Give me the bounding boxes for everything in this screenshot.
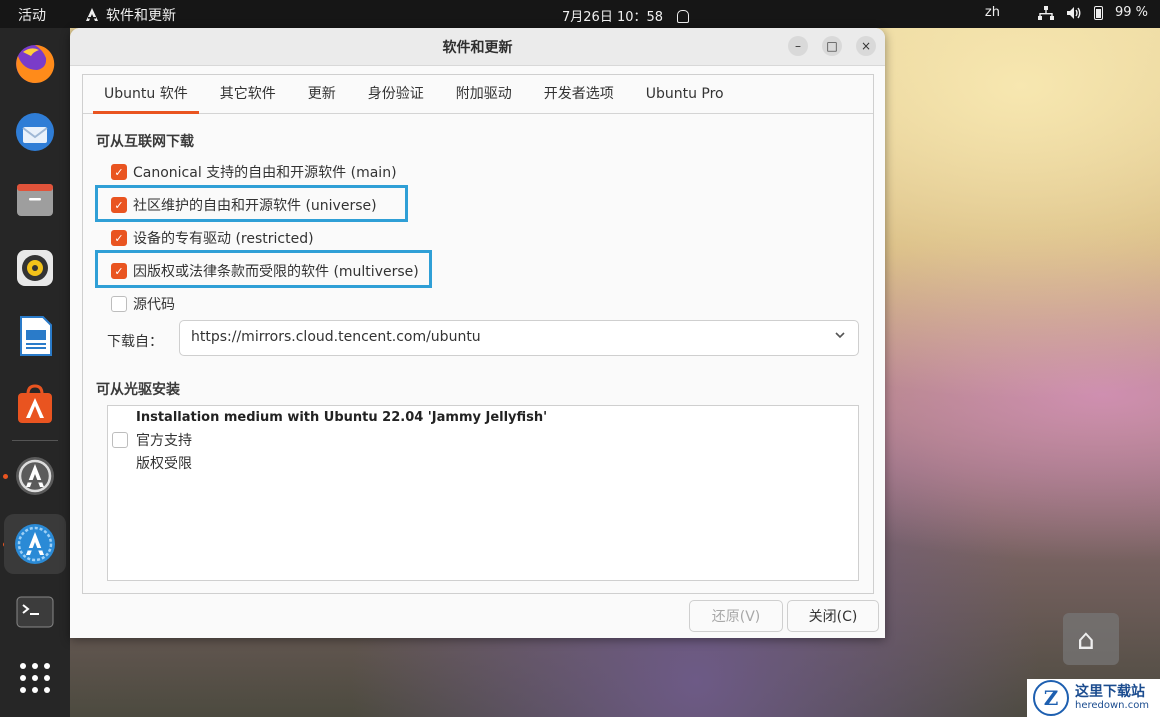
option-label: 社区维护的自由和开源软件 (universe) [133,198,377,214]
network-icon [1037,5,1054,20]
tab-additional-drivers[interactable]: 附加驱动 [445,75,523,113]
watermark-cn: 这里下载站 [1075,683,1145,700]
download-server-value: https://mirrors.cloud.tencent.com/ubuntu [191,329,481,345]
tab-ubuntu-software[interactable]: Ubuntu 软件 [93,75,199,114]
activities-button[interactable]: 活动 [18,5,46,25]
download-from-label: 下载自： [107,334,163,350]
dock-separator [12,440,58,441]
software-properties-icon[interactable] [4,514,66,574]
checkbox-checked-icon[interactable]: ✓ [111,164,127,180]
software-updater-icon[interactable] [11,452,59,500]
maximize-icon: □ [826,39,838,53]
tab-updates[interactable]: 更新 [297,75,347,113]
download-server-select[interactable]: https://mirrors.cloud.tencent.com/ubuntu [179,320,859,356]
close-icon: × [860,39,872,53]
rhythmbox-icon[interactable] [11,244,59,292]
top-bar: 活动 软件和更新 7月26日 10：58 zh 99 % [0,0,1160,28]
cdrom-section-title: 可从光驱安装 [96,382,180,398]
home-folder-icon[interactable]: ⌂ [1063,613,1119,665]
tab-other-software[interactable]: 其它软件 [209,75,287,113]
files-icon[interactable] [11,176,59,224]
close-window-button[interactable]: × [856,36,876,56]
tab-authentication[interactable]: 身份验证 [357,75,435,113]
revert-button[interactable]: 还原(V) [689,600,783,632]
dock [0,28,70,717]
checkbox-unchecked-icon[interactable] [111,296,127,312]
software-properties-icon [86,8,98,21]
clock[interactable]: 7月26日 10：58 [562,6,690,25]
thunderbird-icon[interactable] [11,108,59,156]
cdrom-list[interactable]: Installation medium with Ubuntu 22.04 'J… [107,405,859,581]
system-tray[interactable]: zh 99 % [985,5,1148,20]
app-name: 软件和更新 [106,8,176,24]
minimize-button[interactable]: – [788,36,808,56]
writer-icon[interactable] [11,312,59,360]
window-title: 软件和更新 [442,40,513,56]
watermark: Z 这里下载站 heredown.com [1027,679,1160,717]
house-icon: ⌂ [1077,623,1095,656]
terminal-icon[interactable] [11,588,59,636]
checkbox-checked-icon[interactable]: ✓ [111,197,127,213]
chevron-down-icon [834,329,846,344]
internet-section-title: 可从互联网下载 [96,134,194,150]
option-label: 设备的专有驱动 (restricted) [133,231,314,247]
battery-percent: 99 % [1114,5,1148,20]
software-and-updates-window: 软件和更新 – □ × Ubuntu 软件 其它软件 更新 身份验证 附加驱动 … [70,28,885,638]
checkbox-checked-icon[interactable]: ✓ [111,230,127,246]
app-menu[interactable]: 软件和更新 [84,5,176,25]
notebook-panel: Ubuntu 软件 其它软件 更新 身份验证 附加驱动 开发者选项 Ubuntu… [82,74,874,594]
media-line-official: 官方支持 [136,433,192,449]
option-source-code[interactable]: 源代码 [111,294,175,314]
tab-developer-options[interactable]: 开发者选项 [533,75,625,113]
volume-icon [1066,6,1081,19]
media-title: Installation medium with Ubuntu 22.04 'J… [136,410,548,425]
tab-ubuntu-pro[interactable]: Ubuntu Pro [635,75,735,113]
option-main[interactable]: ✓ Canonical 支持的自由和开源软件 (main) [111,162,397,182]
watermark-en: heredown.com [1075,700,1150,712]
checkbox-checked-icon[interactable]: ✓ [111,263,127,279]
close-button[interactable]: 关闭(C) [787,600,879,632]
option-universe[interactable]: ✓ 社区维护的自由和开源软件 (universe) [111,195,377,215]
clock-text: 7月26日 10：58 [562,10,664,25]
title-bar[interactable]: 软件和更新 – □ × [70,28,885,66]
minimize-icon: – [795,39,801,53]
app-center-icon[interactable] [11,380,59,428]
running-indicator [3,474,8,479]
watermark-logo: Z [1033,680,1069,716]
input-language[interactable]: zh [985,5,1000,20]
option-restricted[interactable]: ✓ 设备的专有驱动 (restricted) [111,228,314,248]
show-apps-icon[interactable] [11,654,59,702]
option-multiverse[interactable]: ✓ 因版权或法律条款而受限的软件 (multiverse) [111,261,419,281]
tab-bar: Ubuntu 软件 其它软件 更新 身份验证 附加驱动 开发者选项 Ubuntu… [83,75,873,114]
option-label: 因版权或法律条款而受限的软件 (multiverse) [133,264,419,280]
option-label: Canonical 支持的自由和开源软件 (main) [133,165,397,181]
maximize-button[interactable]: □ [822,36,842,56]
firefox-icon[interactable] [11,40,59,88]
option-label: 源代码 [133,297,175,313]
checkbox-unchecked-icon[interactable] [112,432,128,448]
media-line-restricted: 版权受限 [136,456,192,472]
battery-icon [1093,5,1103,20]
bell-icon [677,10,690,23]
